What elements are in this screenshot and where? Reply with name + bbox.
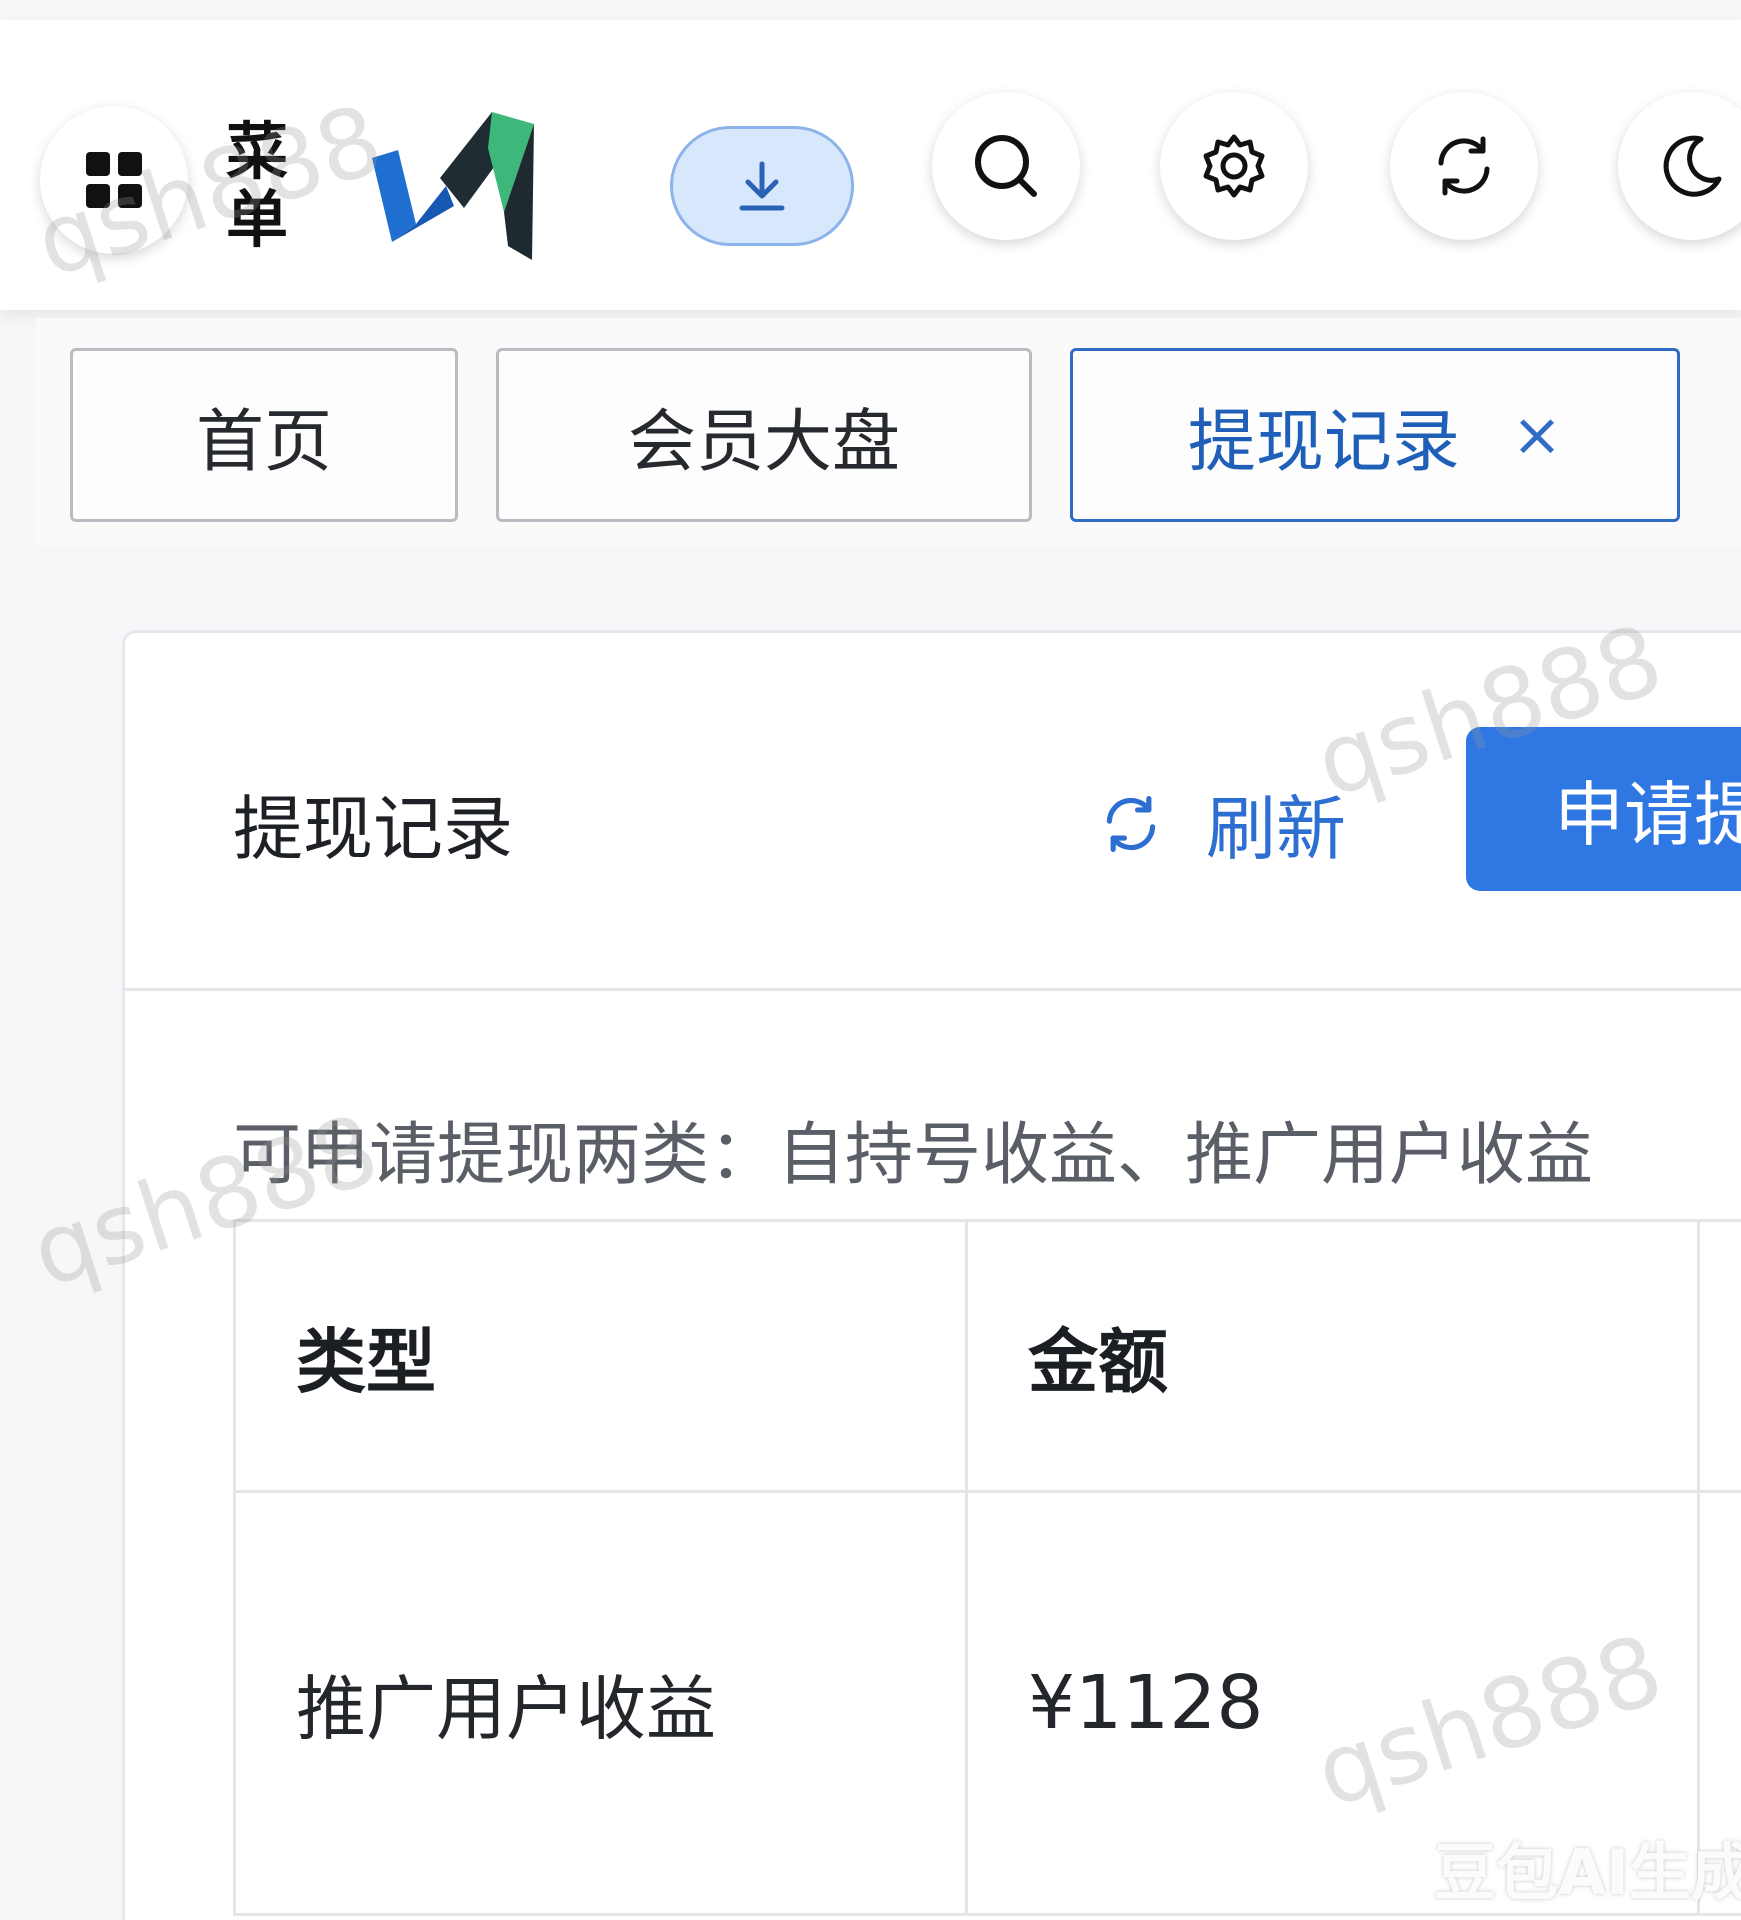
search-button[interactable]: [932, 92, 1080, 240]
download-icon: [739, 161, 785, 211]
theme-toggle-button[interactable]: [1618, 92, 1741, 240]
column-header-extra: [1697, 1219, 1741, 1493]
tab-label: 首页: [195, 402, 332, 482]
download-button[interactable]: [670, 126, 854, 246]
refresh-label: 刷新: [1206, 788, 1346, 870]
search-icon: [975, 135, 1037, 197]
refresh-icon: [1438, 136, 1490, 196]
close-icon[interactable]: ×: [1512, 400, 1562, 470]
settings-button[interactable]: [1160, 92, 1308, 240]
column-header-type: 类型: [233, 1219, 968, 1493]
refresh-button[interactable]: 刷新: [1100, 773, 1346, 874]
table-header-row: 类型 金额: [233, 1219, 1741, 1493]
ai-generated-label: 豆包AI生成: [1434, 1836, 1741, 1909]
cell-type: 推广用户收益: [233, 1490, 968, 1916]
withdrawal-notice: 可申请提现两类：自持号收益、推广用户收益: [233, 1116, 1594, 1195]
reload-button[interactable]: [1390, 92, 1538, 240]
withdrawal-table: 类型 金额 推广用户收益 ¥1128: [233, 1219, 1741, 1916]
tab-withdrawal-records[interactable]: 提现记录 ×: [1070, 348, 1680, 522]
moon-icon: [1663, 135, 1722, 197]
tab-home[interactable]: 首页: [70, 348, 458, 522]
card-title: 提现记录: [233, 788, 513, 870]
divider: [125, 988, 1741, 991]
tab-label: 提现记录: [1187, 402, 1460, 482]
tab-member-dashboard[interactable]: 会员大盘: [496, 348, 1032, 522]
column-header-amount: 金额: [965, 1219, 1700, 1493]
refresh-icon: [1100, 793, 1162, 855]
gear-icon: [1203, 134, 1265, 198]
tab-label: 会员大盘: [627, 402, 900, 482]
